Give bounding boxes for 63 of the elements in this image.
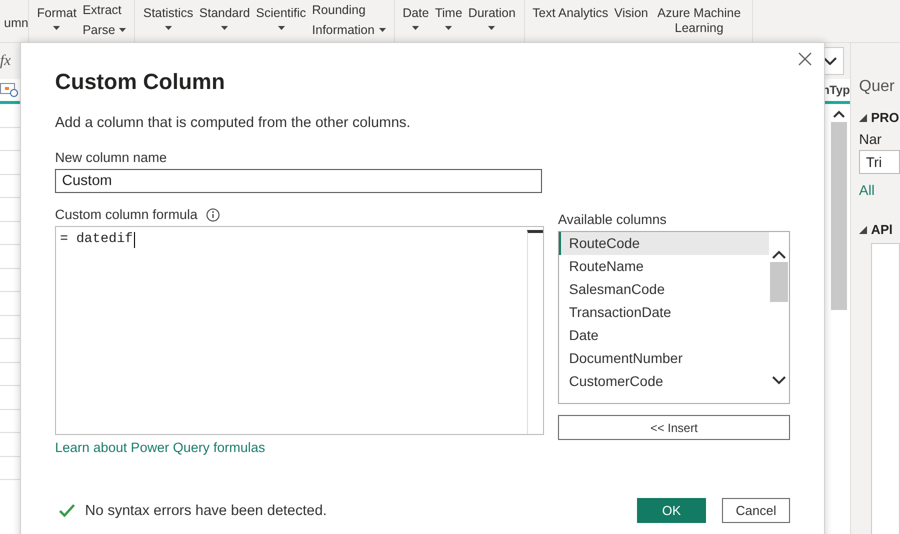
section-heading: APl bbox=[871, 222, 893, 237]
dialog-description: Add a column that is computed from the other columns. bbox=[55, 115, 412, 131]
ribbon-button[interactable]: Date bbox=[402, 0, 429, 30]
column-list-item[interactable]: RouteName bbox=[559, 255, 769, 278]
formula-bar-label: fx bbox=[0, 52, 11, 70]
pane-title: Quer bbox=[859, 78, 896, 96]
caret-icon bbox=[378, 28, 386, 32]
column-list-item[interactable]: CustomerCode bbox=[559, 370, 769, 393]
cancel-button[interactable]: Cancel bbox=[722, 498, 790, 523]
caret-icon bbox=[119, 28, 126, 32]
column-list-item[interactable]: TransactionDate bbox=[559, 301, 769, 324]
ribbon-button[interactable]: Text Analytics bbox=[532, 0, 608, 21]
section-heading: PRO bbox=[871, 110, 900, 125]
column-list-item[interactable]: DocumentNumber bbox=[559, 347, 769, 370]
column-list-item[interactable]: SalesmanCode bbox=[559, 278, 769, 301]
scrollbar[interactable] bbox=[527, 230, 543, 434]
ribbon-button[interactable]: Format bbox=[37, 0, 77, 30]
ribbon-button[interactable]: Parse bbox=[82, 20, 126, 40]
info-icon[interactable] bbox=[206, 208, 220, 222]
field-label: New column name bbox=[55, 150, 168, 165]
field-label: Nar bbox=[859, 131, 883, 147]
scrollbar-thumb[interactable] bbox=[831, 122, 847, 310]
caret-icon bbox=[53, 26, 60, 30]
status-message: No syntax errors have been detected. bbox=[85, 502, 327, 518]
close-icon[interactable] bbox=[798, 52, 812, 66]
caret-icon bbox=[445, 26, 452, 30]
dialog-title: Custom Column bbox=[55, 69, 226, 95]
ribbon-button[interactable]: Extract bbox=[82, 0, 126, 20]
collapse-icon[interactable] bbox=[859, 114, 867, 122]
caret-icon bbox=[488, 26, 496, 30]
ribbon-button[interactable]: Rounding bbox=[312, 0, 386, 20]
field-label: Custom column formula bbox=[55, 207, 198, 222]
scrollbar[interactable] bbox=[830, 110, 848, 310]
chevron-down-icon[interactable] bbox=[772, 376, 786, 385]
help-link[interactable]: Learn about Power Query formulas bbox=[55, 440, 544, 455]
ribbon-button[interactable]: Statistics bbox=[143, 0, 194, 30]
ribbon-button[interactable]: Standard bbox=[199, 0, 250, 30]
scrollbar-thumb[interactable] bbox=[770, 262, 788, 302]
formula-text: = datedif bbox=[60, 232, 133, 247]
column-name-field[interactable]: Custom bbox=[55, 169, 542, 193]
ribbon-button[interactable]: Azure Machine Learning bbox=[654, 0, 744, 36]
caret-icon bbox=[412, 26, 420, 30]
properties-link[interactable]: All bbox=[859, 182, 900, 198]
ribbon-button[interactable]: Scientific bbox=[256, 0, 306, 30]
collapse-icon[interactable] bbox=[859, 226, 867, 234]
chevron-up-icon[interactable] bbox=[833, 110, 845, 118]
chevron-down-icon bbox=[823, 57, 837, 65]
field-label: Available columns bbox=[558, 212, 668, 227]
ribbon-button[interactable]: Duration bbox=[468, 0, 516, 30]
column-list-item[interactable]: RouteCode bbox=[559, 232, 769, 255]
insert-button[interactable]: << Insert bbox=[558, 415, 790, 440]
caret-icon bbox=[164, 26, 172, 30]
caret-icon bbox=[221, 26, 228, 30]
formula-editor[interactable]: = datedif bbox=[55, 226, 544, 435]
ok-button[interactable]: OK bbox=[637, 498, 706, 523]
chevron-up-icon[interactable] bbox=[772, 250, 786, 259]
ribbon-button[interactable]: Time bbox=[434, 0, 462, 30]
ribbon-button[interactable]: Information bbox=[312, 20, 386, 40]
caret-icon bbox=[278, 26, 285, 30]
column-list-item[interactable]: Date bbox=[559, 324, 769, 347]
ribbon-button[interactable]: umn bbox=[4, 0, 28, 31]
name-field[interactable]: Tri bbox=[859, 150, 900, 174]
ribbon-button[interactable]: Vision bbox=[614, 0, 648, 21]
